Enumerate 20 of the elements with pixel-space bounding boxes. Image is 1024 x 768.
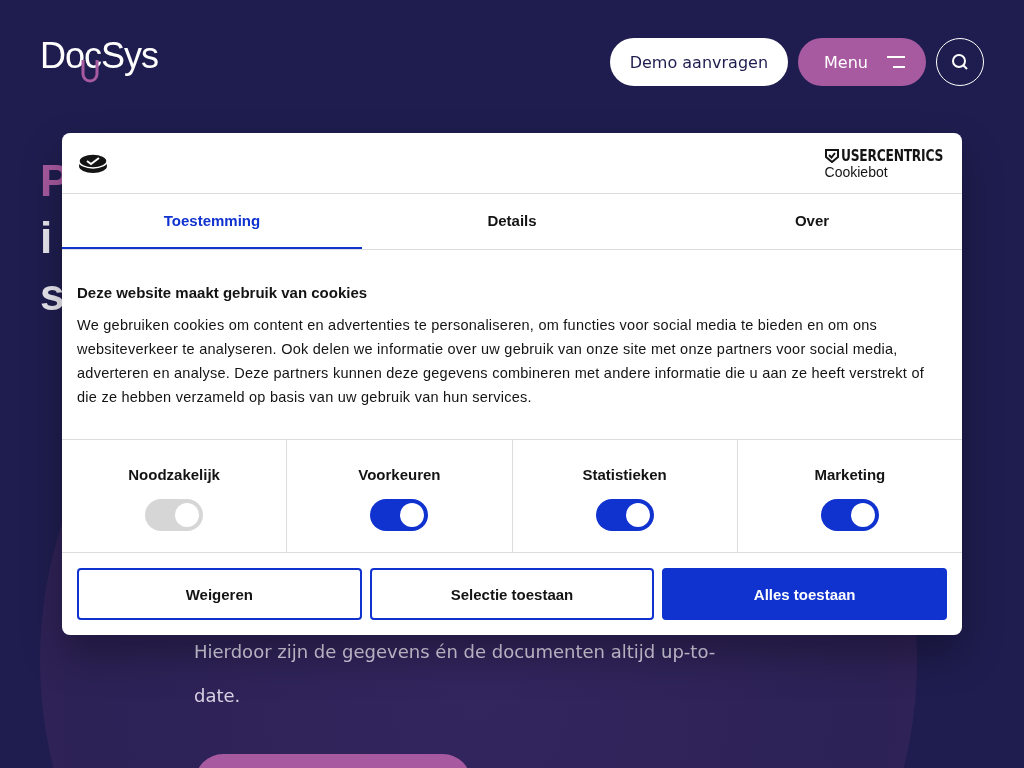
dialog-text: We gebruiken cookies om content en advertenties te personaliseren, om functies voor social media te bieden en om ons websiteverkeer te analyseren. Ook delen we informatie over uw gebruik van onze site met onze partners voor social media, adverteren en analyse. Deze partners kunnen deze gegevens combineren met andere informatie die u aan ze heeft verstrekt of die ze hebben verzameld op basis van uw gebruik van hun services.: [77, 316, 926, 407]
tab[interactable]: Details: [362, 194, 662, 249]
category-label: Voorkeuren: [358, 466, 441, 483]
category-label: Noodzakelijk: [128, 466, 220, 483]
consent-button[interactable]: Weigeren: [77, 568, 362, 620]
category-label: Statistieken: [582, 466, 667, 483]
hero-paragraph: Hierdoor zijn de gegevens én de documenten altijd up-to-date.: [194, 640, 717, 708]
consent-button[interactable]: Selectie toestaan: [369, 568, 655, 620]
allow-all-button[interactable]: Alles toestaan: [662, 568, 947, 620]
dialog-title: Deze website maakt gebruik van cookies: [77, 284, 369, 301]
tab[interactable]: Toestemming: [62, 194, 362, 249]
category-label: Marketing: [814, 466, 886, 483]
hero-heading: s: [40, 269, 65, 321]
hero-heading: i: [40, 212, 53, 264]
demo-button[interactable]: Demo aanvragen: [609, 38, 789, 86]
logo[interactable]: DocSys: [40, 34, 192, 90]
menu-button[interactable]: Menu: [798, 38, 926, 86]
brand-name: USERCENTRICS: [840, 146, 943, 165]
brand-subtitle: Cookiebot: [824, 164, 889, 180]
tab[interactable]: Over: [662, 194, 962, 249]
